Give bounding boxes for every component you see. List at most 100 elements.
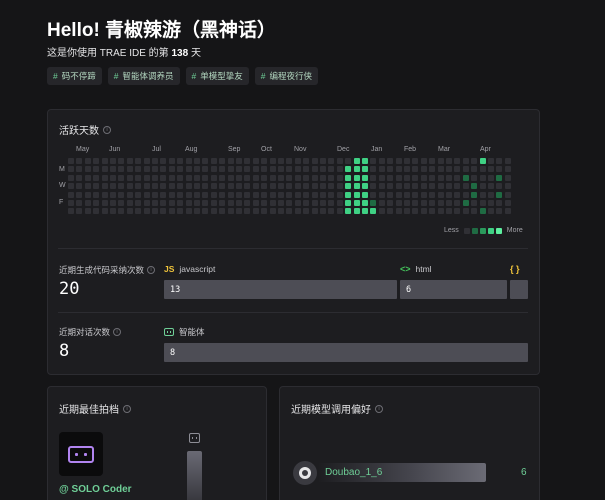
heatmap-cell[interactable] [169,166,175,172]
heatmap-cell[interactable] [370,200,376,206]
heatmap-cell[interactable] [404,208,410,214]
heatmap-cell[interactable] [202,183,208,189]
heatmap-cell[interactable] [312,200,318,206]
heatmap-cell[interactable] [160,158,166,164]
heatmap-cell[interactable] [345,208,351,214]
heatmap-cell[interactable] [261,158,267,164]
heatmap-cell[interactable] [337,158,343,164]
heatmap-cell[interactable] [370,158,376,164]
heatmap-cell[interactable] [345,192,351,198]
heatmap-cell[interactable] [211,166,217,172]
heatmap-cell[interactable] [118,192,124,198]
heatmap-cell[interactable] [278,200,284,206]
heatmap-cell[interactable] [244,158,250,164]
heatmap-cell[interactable] [320,208,326,214]
heatmap-cell[interactable] [480,183,486,189]
heatmap-cell[interactable] [144,166,150,172]
heatmap-cell[interactable] [396,200,402,206]
heatmap-cell[interactable] [396,166,402,172]
heatmap-cell[interactable] [328,200,334,206]
heatmap-cell[interactable] [454,166,460,172]
heatmap-cell[interactable] [404,192,410,198]
heatmap-cell[interactable] [446,166,452,172]
heatmap-cell[interactable] [496,183,502,189]
heatmap-cell[interactable] [312,192,318,198]
heatmap-cell[interactable] [412,166,418,172]
heatmap-cell[interactable] [429,175,435,181]
heatmap-cell[interactable] [396,158,402,164]
heatmap-cell[interactable] [312,166,318,172]
heatmap-cell[interactable] [236,175,242,181]
heatmap-cell[interactable] [354,192,360,198]
heatmap-cell[interactable] [152,175,158,181]
heatmap-cell[interactable] [135,192,141,198]
heatmap-cell[interactable] [177,175,183,181]
heatmap-cell[interactable] [118,208,124,214]
heatmap-cell[interactable] [463,183,469,189]
heatmap-cell[interactable] [194,158,200,164]
heatmap-cell[interactable] [387,200,393,206]
heatmap-cell[interactable] [446,200,452,206]
heatmap-cell[interactable] [261,192,267,198]
heatmap-cell[interactable] [295,200,301,206]
heatmap-cell[interactable] [295,166,301,172]
heatmap-cell[interactable] [362,200,368,206]
heatmap-cell[interactable] [286,208,292,214]
heatmap-cell[interactable] [471,175,477,181]
heatmap-cell[interactable] [135,166,141,172]
heatmap-cell[interactable] [177,166,183,172]
heatmap-cell[interactable] [488,183,494,189]
heatmap-cell[interactable] [127,183,133,189]
heatmap-cell[interactable] [186,192,192,198]
heatmap-cell[interactable] [337,183,343,189]
heatmap-cell[interactable] [68,183,74,189]
heatmap-cell[interactable] [328,192,334,198]
heatmap-cell[interactable] [429,192,435,198]
heatmap-cell[interactable] [379,192,385,198]
heatmap-cell[interactable] [76,183,82,189]
heatmap-cell[interactable] [93,183,99,189]
heatmap-cell[interactable] [362,158,368,164]
heatmap-cell[interactable] [471,183,477,189]
heatmap-cell[interactable] [110,158,116,164]
heatmap-cell[interactable] [480,208,486,214]
heatmap-cell[interactable] [228,192,234,198]
heatmap-cell[interactable] [312,175,318,181]
heatmap-cell[interactable] [496,166,502,172]
heatmap-cell[interactable] [379,158,385,164]
heatmap-cell[interactable] [169,192,175,198]
heatmap-cell[interactable] [177,158,183,164]
heatmap-cell[interactable] [312,158,318,164]
heatmap-cell[interactable] [236,166,242,172]
heatmap-cell[interactable] [354,200,360,206]
heatmap-cell[interactable] [93,200,99,206]
heatmap-cell[interactable] [236,158,242,164]
heatmap-cell[interactable] [85,175,91,181]
heatmap-cell[interactable] [110,166,116,172]
info-icon[interactable]: i [375,404,383,413]
heatmap-cell[interactable] [505,208,511,214]
heatmap-cell[interactable] [438,158,444,164]
heatmap-cell[interactable] [454,192,460,198]
heatmap-cell[interactable] [85,183,91,189]
heatmap-cell[interactable] [480,192,486,198]
heatmap-cell[interactable] [211,158,217,164]
heatmap-cell[interactable] [446,183,452,189]
heatmap-cell[interactable] [328,183,334,189]
heatmap-cell[interactable] [480,158,486,164]
heatmap-cell[interactable] [160,166,166,172]
heatmap-cell[interactable] [110,183,116,189]
heatmap-cell[interactable] [278,158,284,164]
heatmap-cell[interactable] [362,192,368,198]
heatmap-cell[interactable] [421,166,427,172]
heatmap-cell[interactable] [169,208,175,214]
heatmap-cell[interactable] [152,192,158,198]
heatmap-cell[interactable] [127,200,133,206]
heatmap-cell[interactable] [421,208,427,214]
heatmap-cell[interactable] [102,192,108,198]
heatmap-cell[interactable] [177,200,183,206]
heatmap-cell[interactable] [505,158,511,164]
heatmap-cell[interactable] [421,175,427,181]
heatmap-cell[interactable] [236,208,242,214]
heatmap-cell[interactable] [270,166,276,172]
